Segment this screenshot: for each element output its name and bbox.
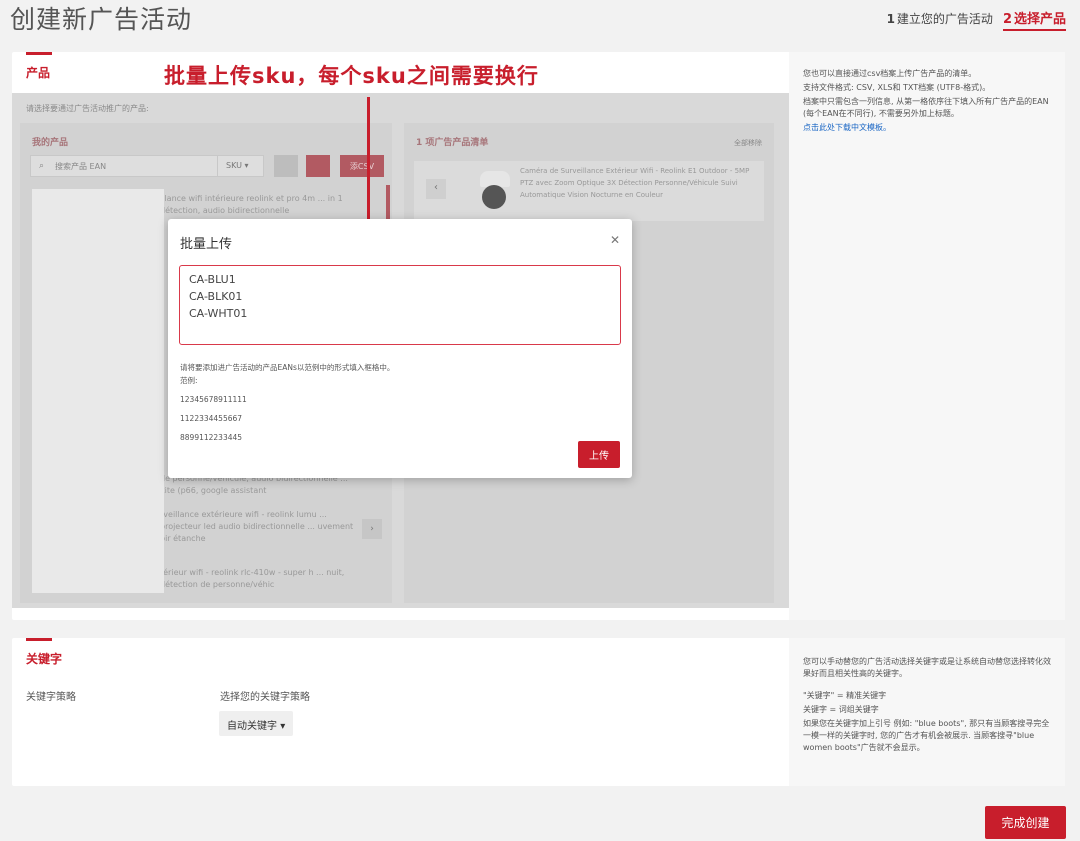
keywords-help-exact: "关键字" = 精准关键字: [803, 690, 1051, 702]
ad-product-description: Caméra de Surveillance Extérieur Wifi - …: [520, 165, 756, 201]
product-select-hint: 请选择要通过广告活动推广的产品:: [26, 103, 149, 114]
step-1[interactable]: 1建立您的广告活动: [887, 10, 993, 27]
keyword-choose-label: 选择您的关键字策略: [220, 688, 310, 703]
search-type-select[interactable]: SKU ▾: [217, 156, 263, 176]
camera-product-image: [476, 169, 516, 213]
ad-product-item: ‹ Caméra de Surveillance Extérieur Wifi …: [414, 161, 764, 221]
keywords-help-panel: 您可以手动替您的广告活动选择关键字或是让系统自动替您选择转化效果好而且相关性高的…: [789, 638, 1065, 786]
products-section-label: 产品: [26, 52, 50, 81]
example-label: 范例:: [180, 375, 394, 387]
step-1-label: 建立您的广告活动: [897, 12, 993, 26]
chevron-down-icon: ▾: [280, 721, 285, 732]
keyword-strategy-dropdown[interactable]: 自动关键字 ▾: [219, 711, 293, 736]
upload-button[interactable]: 上传: [578, 441, 620, 468]
step-2-number: 2: [1003, 12, 1012, 27]
products-help-panel: 您也可以直接通过csv档案上传广告产品的清单。 支持文件格式: CSV, XLS…: [789, 52, 1065, 620]
keywords-card: 关键字 关键字策略 选择您的关键字策略 自动关键字 ▾ 您可以手动替您的广告活动…: [12, 638, 1065, 786]
csv-upload-button[interactable]: 添CSV: [340, 155, 384, 177]
dialog-title: 批量上传: [180, 233, 232, 252]
help-text-ean: 档案中只需包含一列信息, 从第一格依序往下填入所有广告产品的EAN (每个EAN…: [803, 96, 1051, 120]
my-products-title: 我的产品: [32, 135, 68, 148]
keywords-help-quote: 如果您在关键字加上引号 例如: "blue boots", 那只有当顾客搜寻完全…: [803, 718, 1051, 754]
remove-all-link[interactable]: 全部移除: [734, 138, 762, 148]
finish-create-button[interactable]: 完成创建: [985, 806, 1066, 839]
step-2[interactable]: 2选择产品: [1003, 8, 1066, 31]
step-1-number: 1: [887, 12, 895, 26]
bulk-upload-button[interactable]: [306, 155, 330, 177]
page-title: 创建新广告活动: [10, 0, 192, 36]
keywords-help-intro: 您可以手动替您的广告活动选择关键字或是让系统自动替您选择转化效果好而且相关性高的…: [803, 656, 1051, 680]
search-type-value: SKU: [226, 161, 242, 170]
list-item-text: rveillance extérieure wifi - reolink lum…: [160, 510, 353, 543]
product-search-input[interactable]: ⌕ 搜索产品 EAN SKU ▾: [30, 155, 264, 177]
example-ean: 12345678911111: [180, 394, 394, 406]
chevron-left-icon[interactable]: ‹: [426, 179, 446, 199]
close-icon[interactable]: ✕: [610, 233, 620, 247]
keyword-strategy-label: 关键字策略: [26, 688, 76, 703]
search-placeholder: 搜索产品 EAN: [55, 162, 106, 171]
instruction-annotation: 批量上传sku，每个sku之间需要换行: [164, 60, 539, 90]
step-2-label: 选择产品: [1014, 12, 1066, 27]
example-ean: 1122334455667: [180, 413, 394, 425]
help-text-formats: 支持文件格式: CSV, XLS和 TXT档案 (UTF8-格式)。: [803, 82, 1051, 94]
download-template-link[interactable]: 点击此处下载中文模板。: [803, 122, 1051, 134]
sku-textarea[interactable]: [179, 265, 621, 345]
dialog-help-text: 请将要添加进广告活动的产品EANs以范例中的形式填入框格中。: [180, 362, 394, 374]
ad-products-title: 1 项广告产品清单: [416, 135, 488, 148]
keyword-strategy-value: 自动关键字: [227, 721, 277, 732]
help-text-csv: 您也可以直接通过csv档案上传广告产品的清单。: [803, 68, 1051, 80]
dialog-help: 请将要添加进广告活动的产品EANs以范例中的形式填入框格中。 范例: 12345…: [180, 362, 394, 444]
step-indicator: 1建立您的广告活动 2选择产品: [887, 8, 1066, 31]
delete-icon[interactable]: [274, 155, 298, 177]
bulk-upload-dialog: 批量上传 ✕ 请将要添加进广告活动的产品EANs以范例中的形式填入框格中。 范例…: [168, 219, 632, 478]
search-icon: ⌕: [39, 161, 44, 171]
keywords-section-label: 关键字: [26, 638, 62, 667]
keywords-help-phrase: 关键字 = 词组关键字: [803, 704, 1051, 716]
product-thumbnails: [32, 189, 164, 593]
example-ean: 8899112233445: [180, 432, 394, 444]
chevron-right-icon[interactable]: ›: [362, 519, 382, 539]
